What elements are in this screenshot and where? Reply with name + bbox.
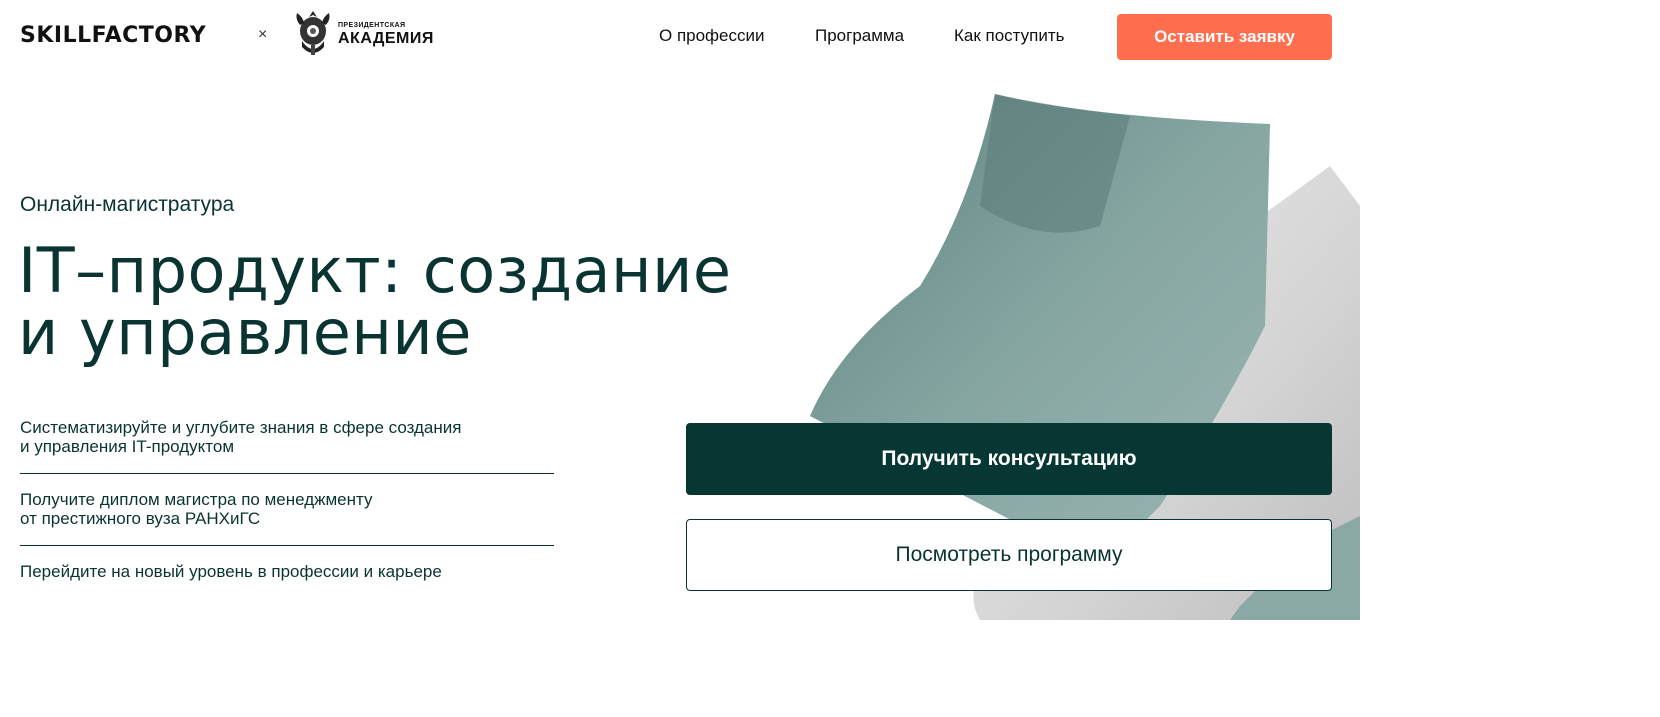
benefit-item: Получите диплом магистра по менеджменту …	[20, 473, 554, 545]
skillfactory-logo[interactable]: SKILLFACTORY	[20, 23, 206, 48]
nav-program[interactable]: Программа	[815, 26, 904, 46]
page-title: IT–продукт: создание и управление	[18, 240, 798, 364]
title-line-2: и управление	[18, 296, 472, 369]
view-program-button[interactable]: Посмотреть программу	[686, 519, 1332, 591]
nav-about-profession[interactable]: О профессии	[659, 26, 765, 46]
benefit-line: Получите диплом магистра по менеджменту	[20, 490, 373, 509]
benefit-item: Систематизируйте и углубите знания в сфе…	[20, 418, 554, 473]
benefit-line: Перейдите на новый уровень в профессии и…	[20, 562, 442, 581]
partner-logo[interactable]: ПРЕЗИДЕНТСКАЯ АКАДЕМИЯ	[294, 8, 434, 60]
benefits-list: Систематизируйте и углубите знания в сфе…	[20, 418, 554, 598]
site-header: SKILLFACTORY × ПРЕЗИДЕНТСКАЯ АКАДЕМИЯ О …	[0, 0, 1340, 72]
nav-how-to-apply[interactable]: Как поступить	[954, 26, 1065, 46]
partner-name-big: АКАДЕМИЯ	[338, 29, 434, 47]
program-type-label: Онлайн-магистратура	[20, 193, 235, 216]
benefit-line: и управления IT-продуктом	[20, 437, 235, 456]
partner-separator: ×	[258, 26, 268, 43]
partner-name-small: ПРЕЗИДЕНТСКАЯ	[338, 21, 406, 29]
get-consultation-button[interactable]: Получить консультацию	[686, 423, 1332, 495]
benefit-item: Перейдите на новый уровень в профессии и…	[20, 545, 554, 598]
academy-emblem-icon	[296, 11, 330, 55]
benefit-line: от престижного вуза РАНХиГС	[20, 509, 261, 528]
benefit-line: Систематизируйте и углубите знания в сфе…	[20, 418, 462, 437]
leave-request-button[interactable]: Оставить заявку	[1117, 14, 1332, 60]
